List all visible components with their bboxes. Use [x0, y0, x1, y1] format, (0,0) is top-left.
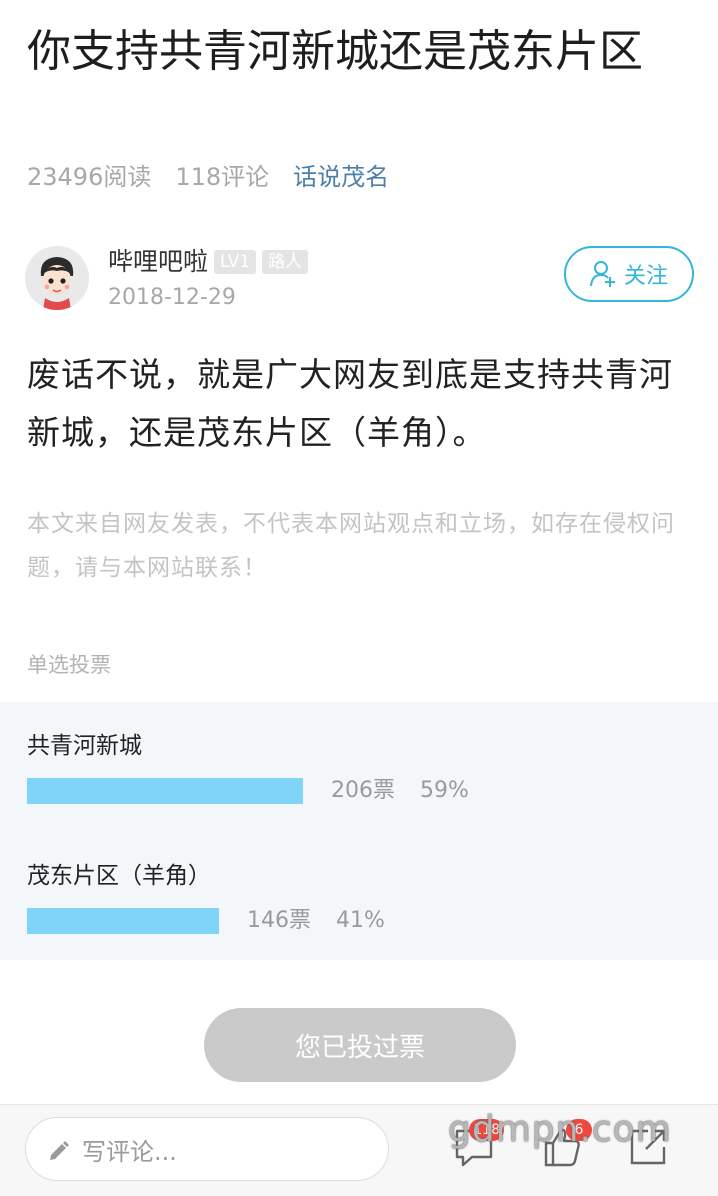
- follow-label: 关注: [623, 264, 668, 289]
- poll-option-percent: 41%: [336, 908, 385, 933]
- poll-option-bar: [27, 778, 303, 804]
- poll-option-label: 茂东片区（羊角）: [27, 863, 211, 889]
- avatar[interactable]: [25, 246, 89, 310]
- poll-option-label: 共青河新城: [27, 733, 142, 759]
- poll-option-stat: 146票 41%: [247, 908, 385, 934]
- post-date: 2018-12-29: [108, 285, 236, 310]
- bottom-bar: 写评论... 118 6 gdmpn.com: [0, 1104, 718, 1196]
- article-title: 你支持共青河新城还是茂东片区: [27, 26, 643, 77]
- read-count: 23496阅读: [27, 163, 152, 191]
- poll-panel: 共青河新城 206票 59% 茂东片区（羊角） 146票 41%: [0, 702, 718, 960]
- poll-option-percent: 59%: [420, 778, 469, 803]
- poll-option-votes: 146票: [247, 908, 311, 933]
- article-body: 废话不说，就是广大网友到底是支持共青河新城，还是茂东片区（羊角）。: [27, 355, 673, 452]
- rank-badge: 路人: [262, 250, 309, 274]
- comment-placeholder: 写评论...: [82, 1137, 177, 1166]
- comment-count: 118评论: [175, 163, 270, 191]
- article-meta: 23496阅读 118评论 话说茂名: [27, 160, 389, 194]
- author-name[interactable]: 哔哩吧啦: [108, 244, 208, 280]
- follow-button[interactable]: 关注: [564, 246, 694, 302]
- forum-link[interactable]: 话说茂名: [293, 160, 389, 194]
- avatar-image: [25, 246, 89, 310]
- comment-input[interactable]: 写评论...: [25, 1117, 389, 1181]
- add-user-icon: [589, 261, 615, 287]
- poll-type: 单选投票: [27, 653, 111, 677]
- level-badge: LV1: [214, 250, 257, 274]
- poll-option-bar: [27, 908, 219, 934]
- watermark: gdmpn.com: [448, 1109, 672, 1150]
- disclaimer: 本文来自网友发表，不代表本网站观点和立场，如存在侵权问题，请与本网站联系！: [27, 511, 675, 581]
- poll-option-stat: 206票 59%: [331, 778, 469, 804]
- voted-button[interactable]: 您已投过票: [204, 1008, 516, 1082]
- author-line: 哔哩吧啦 LV1 路人: [108, 244, 309, 280]
- poll-option-votes: 206票: [331, 778, 395, 803]
- pencil-icon: [50, 1141, 69, 1160]
